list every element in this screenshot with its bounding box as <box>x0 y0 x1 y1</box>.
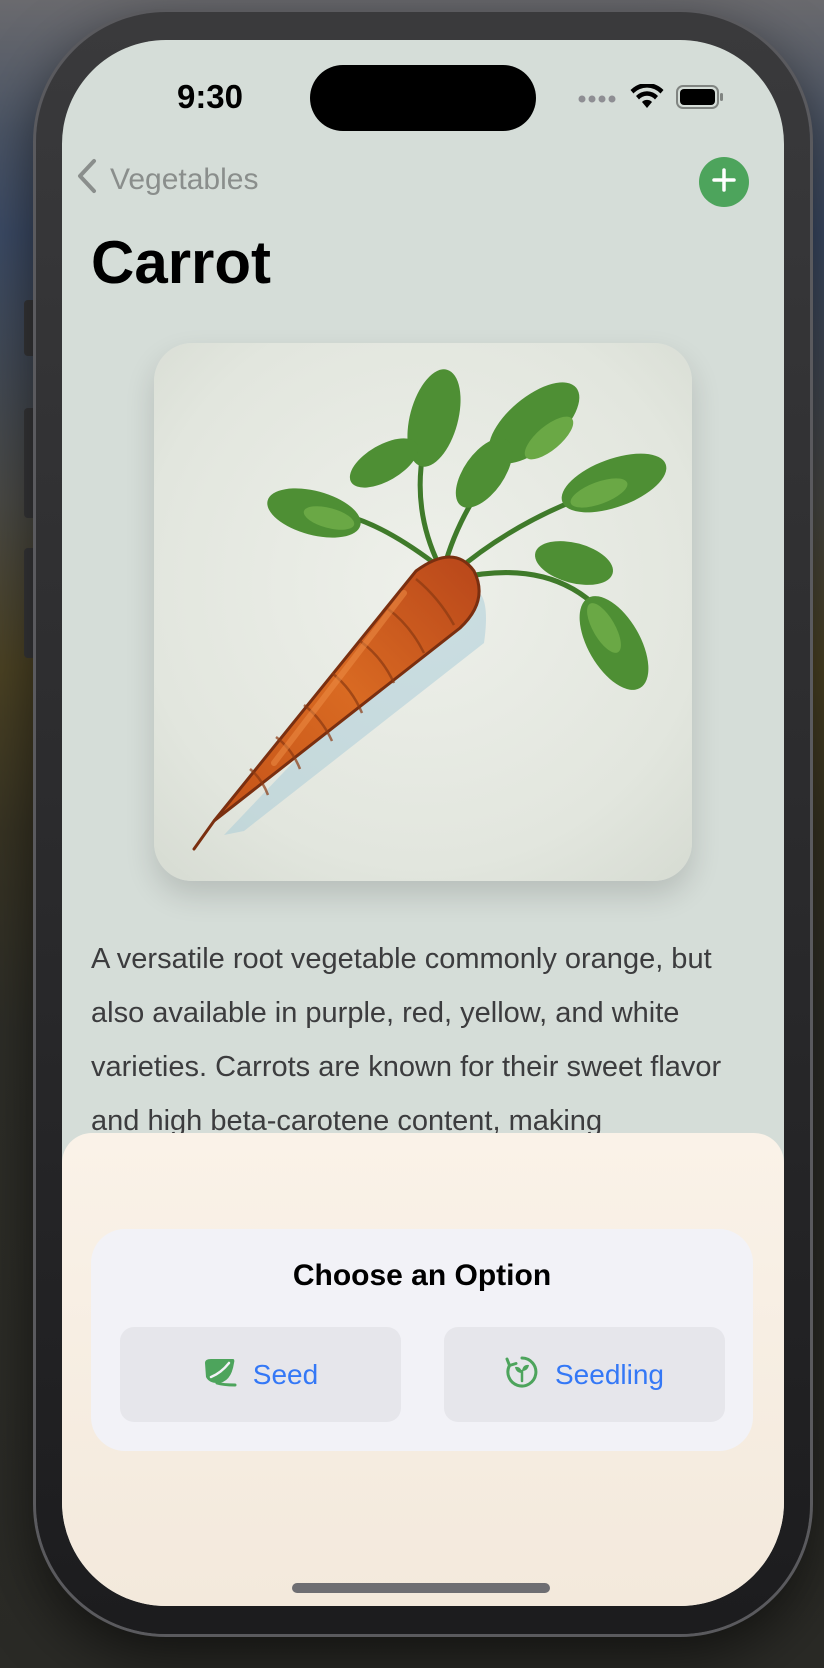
option-title: Choose an Option <box>292 1259 552 1292</box>
page-title: Carrot <box>91 229 272 296</box>
status-time: 9:30 <box>176 78 244 115</box>
signal-dots-icon <box>578 91 618 109</box>
back-button[interactable]: Vegetables <box>76 158 258 202</box>
chevron-left-icon <box>76 158 98 202</box>
volume-down-button <box>24 548 34 658</box>
plus-icon <box>711 167 737 198</box>
leaf-icon <box>203 1357 237 1392</box>
back-label: Vegetables <box>110 163 259 196</box>
dynamic-island <box>310 65 536 131</box>
vegetable-description: A versatile root vegetable commonly oran… <box>91 943 722 1137</box>
battery-icon <box>676 85 724 114</box>
seed-label: Seed <box>252 1358 319 1390</box>
add-button[interactable] <box>699 157 749 207</box>
action-button <box>24 300 34 356</box>
vegetable-image <box>154 343 692 881</box>
option-sheet: Choose an Option Seed Seedling <box>62 1133 784 1606</box>
seed-button[interactable]: Seed <box>120 1327 401 1422</box>
screen: 9:30 Vegetables Carrot A versatile root … <box>62 40 784 1606</box>
sprout-cycle-icon <box>505 1355 539 1394</box>
status-icons <box>578 83 724 115</box>
status-bar: 9:30 <box>62 40 784 160</box>
option-card: Choose an Option Seed Seedling <box>91 1229 753 1451</box>
volume-up-button <box>24 408 34 518</box>
home-indicator[interactable] <box>292 1583 550 1593</box>
wifi-icon <box>630 83 664 115</box>
carrot-illustration <box>192 369 667 851</box>
seedling-button[interactable]: Seedling <box>444 1327 725 1422</box>
seedling-label: Seedling <box>555 1358 664 1390</box>
